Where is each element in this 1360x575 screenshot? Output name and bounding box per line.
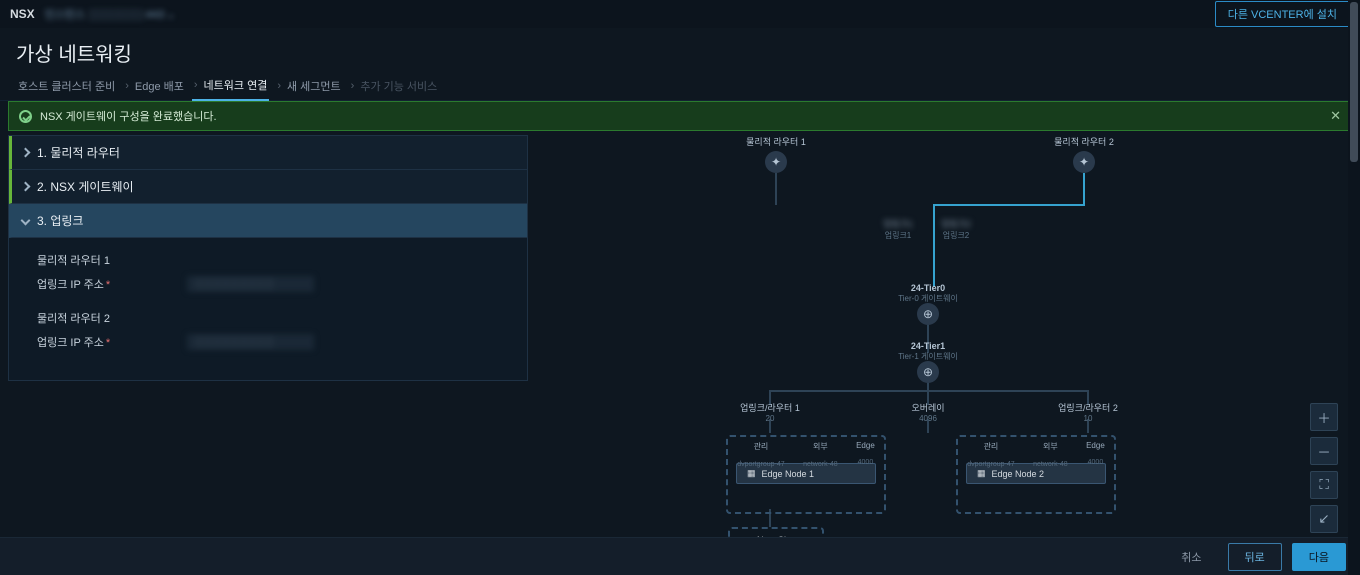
back-button[interactable]: 뒤로 <box>1228 543 1282 571</box>
checkmark-circle-icon <box>19 110 32 123</box>
tier1-label: 24-Tier1Tier-1 게이트웨이 <box>898 341 958 362</box>
vertical-scrollbar[interactable] <box>1348 0 1360 575</box>
scrollbar-thumb[interactable] <box>1350 2 1358 162</box>
chevron-right-icon: › <box>277 80 281 92</box>
uplink-form: 물리적 라우터 1 업링크 IP 주소* ░░░░░░░░░ 물리적 라우터 2… <box>9 238 527 380</box>
uplink2-label: 업링크2업링크2 <box>941 217 971 241</box>
router-icon: ✦ <box>1073 151 1095 173</box>
edge-node-1-box: 관리dvportgroup-47 외부network-48 Edge4000 ▦… <box>726 435 886 514</box>
accordion-nsx-gateway[interactable]: 2. NSX 게이트웨이 <box>9 170 527 204</box>
topology-diagram[interactable]: 물리적 라우터 1 ✦ 물리적 라우터 2 ✦ 업링크1업링크1 업링크2업링크… <box>536 135 1352 575</box>
brand-label: NSX <box>10 7 35 21</box>
close-icon[interactable]: ✕ <box>1330 108 1341 124</box>
zoom-in-icon: ＋ <box>1317 408 1330 427</box>
collapse-icon: ↙ <box>1318 511 1329 527</box>
instance-selector[interactable]: 인스턴스 ░░░░░░░:443⌄ <box>45 6 176 22</box>
banner-text: NSX 게이트웨이 구성을 완료했습니다. <box>40 108 217 124</box>
physical-router-1-label: 물리적 라우터 1 <box>37 252 499 268</box>
chevron-right-icon <box>21 148 31 158</box>
success-banner: NSX 게이트웨이 구성을 완료했습니다. ✕ <box>8 101 1352 131</box>
accordion-physical-router[interactable]: 1. 물리적 라우터 <box>9 136 527 170</box>
fit-to-screen-button[interactable]: ⛶ <box>1310 471 1338 499</box>
top-bar: NSX 인스턴스 ░░░░░░░:443⌄ 다른 VCENTER에 설치 <box>0 0 1360 28</box>
chevron-right-icon: › <box>125 80 129 92</box>
step-additional-services: ›추가 기능 서비스 <box>349 72 440 100</box>
phys-router-2-label: 물리적 라우터 2 <box>1054 135 1114 148</box>
chevron-right-icon: › <box>194 79 198 91</box>
collapse-button[interactable]: ↙ <box>1310 505 1338 533</box>
step-network-connection[interactable]: ›네트워크 연결 <box>192 71 269 101</box>
edge-node-2-box: 관리dvportgroup-47 외부network-48 Edge4000 ▦… <box>956 435 1116 514</box>
page-title: 가상 네트워킹 <box>0 28 1360 71</box>
server-icon: ▦ <box>747 468 756 479</box>
required-marker: * <box>106 279 110 291</box>
wizard-footer: 취소 뒤로 다음 <box>0 537 1360 575</box>
overlay-label: 오버레이4096 <box>911 401 944 423</box>
step-host-cluster-prep[interactable]: 호스트 클러스터 준비 <box>16 72 117 100</box>
required-marker: * <box>106 337 110 349</box>
uplink-router-2-label: 업링크/라우터 210 <box>1058 401 1118 423</box>
zoom-out-icon: － <box>1317 442 1330 461</box>
step-edge-deploy[interactable]: ›Edge 배포 <box>123 72 186 100</box>
tier0-label: 24-Tier0Tier-0 게이트웨이 <box>898 283 958 304</box>
next-button[interactable]: 다음 <box>1292 543 1346 571</box>
zoom-in-button[interactable]: ＋ <box>1310 403 1338 431</box>
phys-router-1-label: 물리적 라우터 1 <box>746 135 806 148</box>
chevron-down-icon: ⌄ <box>166 9 175 21</box>
gateway-icon[interactable]: ⊕ <box>917 361 939 383</box>
config-panel: 1. 물리적 라우터 2. NSX 게이트웨이 3. 업링크 물리적 라우터 1… <box>8 135 528 575</box>
zoom-out-button[interactable]: － <box>1310 437 1338 465</box>
cancel-button[interactable]: 취소 <box>1165 544 1217 570</box>
gateway-icon[interactable]: ⊕ <box>917 303 939 325</box>
uplink-router-1-label: 업링크/라우터 120 <box>740 401 800 423</box>
router-icon: ✦ <box>765 151 787 173</box>
chevron-right-icon: › <box>351 80 355 92</box>
accordion-uplink[interactable]: 3. 업링크 <box>9 204 527 238</box>
uplink-ip-1-input[interactable]: ░░░░░░░░░ <box>187 276 314 292</box>
chevron-right-icon <box>21 182 31 192</box>
uplink1-label: 업링크1업링크1 <box>883 217 913 241</box>
wizard-steps: 호스트 클러스터 준비 ›Edge 배포 ›네트워크 연결 ›새 세그먼트 ›추… <box>0 71 1360 101</box>
chevron-down-icon <box>21 216 31 226</box>
server-icon: ▦ <box>977 468 986 479</box>
install-other-vcenter-button[interactable]: 다른 VCENTER에 설치 <box>1215 1 1350 27</box>
step-new-segment[interactable]: ›새 세그먼트 <box>275 72 342 100</box>
physical-router-2-label: 물리적 라우터 2 <box>37 310 499 326</box>
uplink-ip-2-input[interactable]: ░░░░░░░░░ <box>187 334 314 350</box>
fit-icon: ⛶ <box>1319 477 1328 493</box>
